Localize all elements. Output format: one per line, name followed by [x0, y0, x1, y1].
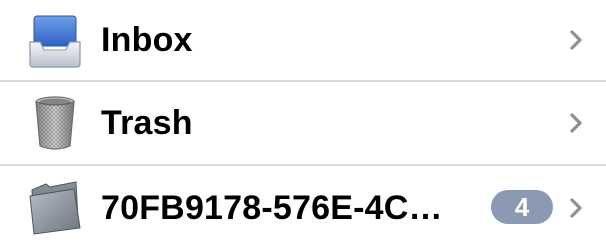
- mailbox-row-folder[interactable]: 70FB9178-576E-4C… 4: [0, 166, 606, 250]
- chevron-right-icon: [566, 82, 586, 164]
- chevron-right-icon: [566, 0, 586, 80]
- mailbox-label: 70FB9178-576E-4C…: [101, 188, 443, 227]
- inbox-tray-icon: [26, 12, 84, 70]
- unread-count-badge: 4: [491, 190, 553, 224]
- mailbox-row-inbox[interactable]: Inbox: [0, 0, 606, 82]
- trash-can-icon: [26, 94, 84, 152]
- mailbox-label: Trash: [101, 103, 193, 142]
- mailbox-row-trash[interactable]: Trash: [0, 82, 606, 166]
- mailbox-label: Inbox: [101, 20, 193, 59]
- chevron-right-icon: [566, 166, 586, 250]
- folder-icon: [26, 178, 84, 236]
- mailbox-list: Inbox Trash 70FB9178-576E-4C… 4: [0, 0, 606, 250]
